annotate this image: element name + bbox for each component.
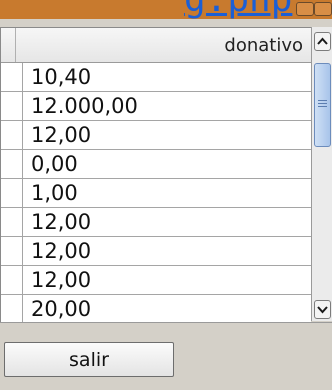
- minimize-icon[interactable]: [296, 2, 314, 16]
- chevron-up-icon: [317, 37, 328, 45]
- cell-donativo[interactable]: 0,00: [31, 152, 78, 176]
- window-title: g.php: [184, 0, 292, 19]
- grip-line: [318, 103, 327, 104]
- cell-donativo[interactable]: 20,00: [31, 297, 91, 321]
- table-row[interactable]: 20,00: [1, 295, 311, 322]
- row-cell-left: [1, 63, 23, 91]
- cell-donativo[interactable]: 12,00: [31, 268, 91, 292]
- window-titlebar: g.php: [0, 0, 332, 19]
- table-row[interactable]: 12,00: [1, 208, 311, 237]
- cell-donativo[interactable]: 12,00: [31, 239, 91, 263]
- cell-donativo[interactable]: 1,00: [31, 181, 78, 205]
- row-cell-left: [1, 208, 23, 236]
- table-row[interactable]: 0,00: [1, 150, 311, 179]
- table-row[interactable]: 12,00: [1, 237, 311, 266]
- cell-donativo[interactable]: 12,00: [31, 210, 91, 234]
- row-header-column: [1, 28, 16, 62]
- table-row[interactable]: 10,40: [1, 63, 311, 92]
- row-cell-left: [1, 179, 23, 207]
- row-cell-left: [1, 92, 23, 120]
- grip-line: [318, 106, 327, 107]
- footer-divider: [0, 322, 332, 323]
- row-cell-left: [1, 237, 23, 265]
- cell-donativo[interactable]: 12.000,00: [31, 94, 138, 118]
- row-cell-left: [1, 295, 23, 322]
- column-header-donativo[interactable]: donativo: [224, 35, 303, 56]
- cell-donativo[interactable]: 10,40: [31, 65, 91, 89]
- row-cell-left: [1, 266, 23, 294]
- scroll-thumb[interactable]: [314, 63, 331, 147]
- exit-button[interactable]: salir: [4, 342, 174, 377]
- cell-donativo[interactable]: 12,00: [31, 123, 91, 147]
- table-row[interactable]: 12,00: [1, 266, 311, 295]
- table-row[interactable]: 1,00: [1, 179, 311, 208]
- chevron-down-icon: [317, 306, 328, 314]
- row-cell-left: [1, 121, 23, 149]
- vertical-scrollbar[interactable]: [311, 27, 332, 321]
- table-row[interactable]: 12.000,00: [1, 92, 311, 121]
- maximize-icon[interactable]: [314, 2, 332, 16]
- table-row[interactable]: 12,00: [1, 121, 311, 150]
- table-header: donativo: [1, 28, 311, 63]
- scroll-up-button[interactable]: [314, 32, 331, 51]
- row-cell-left: [1, 150, 23, 178]
- data-table: donativo 10,40 12.000,00 12,00 0,00 1,00…: [0, 27, 311, 322]
- scroll-down-button[interactable]: [314, 300, 331, 319]
- grip-line: [318, 100, 327, 101]
